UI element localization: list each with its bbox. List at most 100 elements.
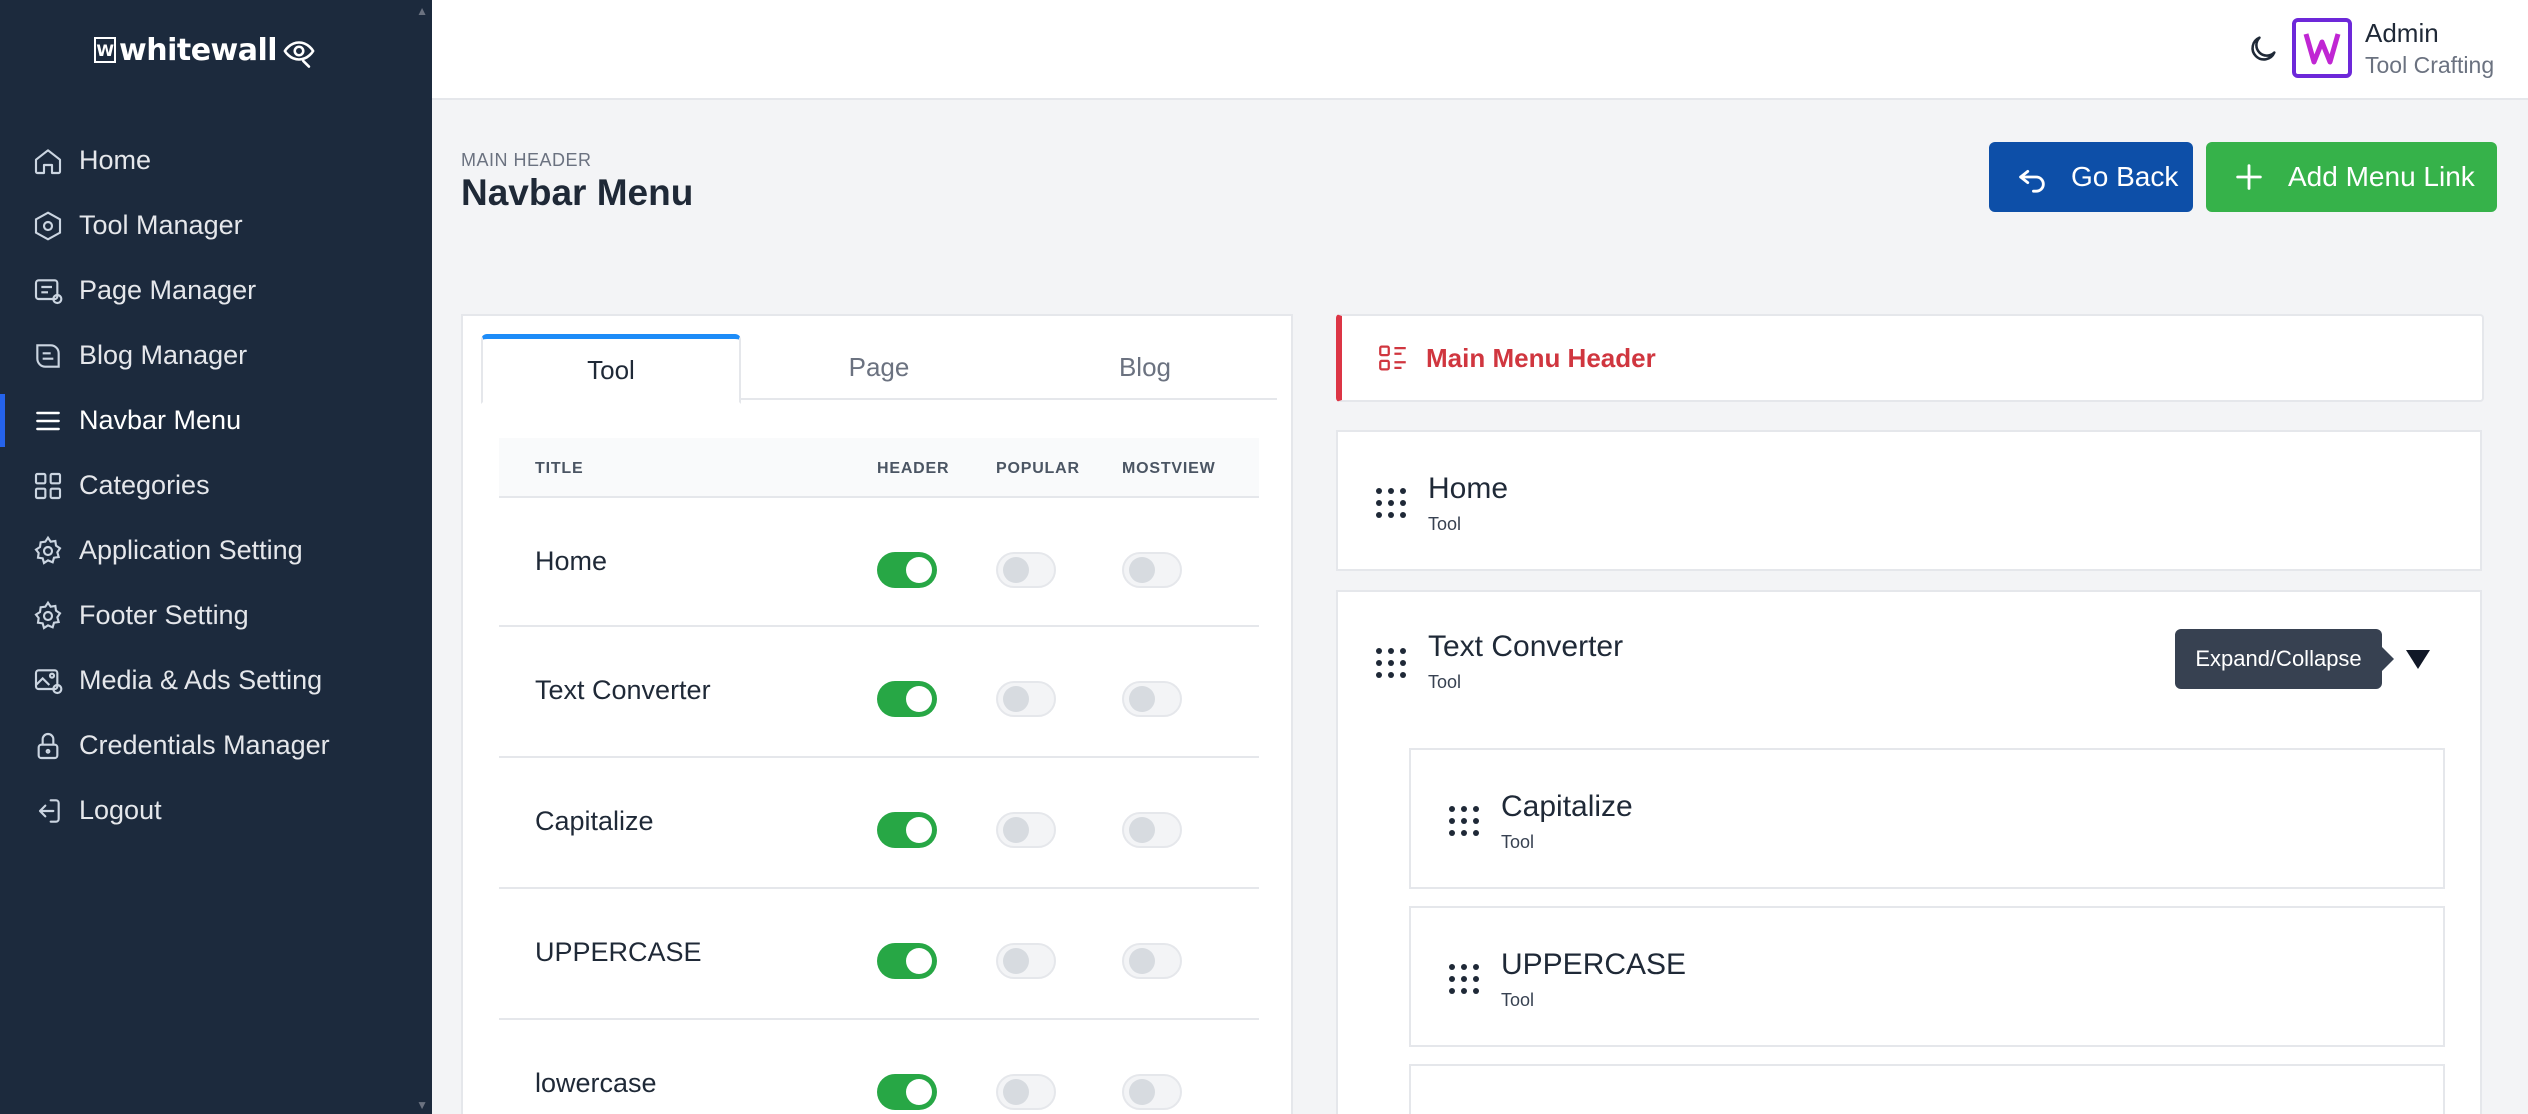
sidebar-item-label: Logout (79, 795, 162, 825)
header-toggle[interactable] (877, 552, 937, 588)
popular-toggle[interactable] (996, 1074, 1056, 1110)
moon-icon[interactable] (2246, 32, 2280, 66)
tab-tool[interactable]: Tool (481, 334, 741, 404)
table-row: Text Converter (499, 627, 1259, 758)
drag-handle-icon[interactable] (1449, 964, 1479, 998)
expand-collapse-tooltip: Expand/Collapse (2175, 629, 2394, 689)
add-menu-link-button[interactable]: Add Menu Link (2206, 142, 2497, 212)
sidebar-item-label: Page Manager (79, 275, 257, 305)
sidebar-item-label: Blog Manager (79, 340, 248, 370)
menu-item[interactable]: Home Tool (1336, 430, 2482, 571)
row-title: Text Converter (535, 675, 711, 705)
return-arrow-icon (2019, 169, 2045, 193)
column-header: HEADER (877, 460, 950, 477)
mostview-toggle[interactable] (1122, 681, 1182, 717)
column-popular: POPULAR (996, 460, 1080, 477)
table-row: lowercase (499, 1020, 1259, 1114)
caret-down-icon[interactable] (2405, 648, 2431, 670)
drag-handle-icon[interactable] (1376, 648, 1406, 682)
sidebar-item-label: Categories (79, 470, 210, 500)
sidebar-item-label: Credentials Manager (79, 730, 330, 760)
mostview-toggle[interactable] (1122, 812, 1182, 848)
grid-icon (34, 472, 62, 499)
brand-logo: W whitewall (94, 32, 278, 68)
plus-icon (2236, 164, 2262, 190)
brand-name: whitewall (119, 32, 278, 68)
mostview-toggle[interactable] (1122, 1074, 1182, 1110)
table-row: UPPERCASE (499, 889, 1259, 1020)
header-toggle[interactable] (877, 812, 937, 848)
header-toggle[interactable] (877, 681, 937, 717)
main-menu-header-label: Main Menu Header (1426, 342, 1656, 373)
popular-toggle[interactable] (996, 812, 1056, 848)
sidebar-scroll-down-arrow[interactable]: ▼ (416, 1098, 428, 1112)
main-menu-header: Main Menu Header (1336, 314, 2484, 402)
mostview-toggle[interactable] (1122, 552, 1182, 588)
header-toggle[interactable] (877, 943, 937, 979)
menu-item-title: Capitalize (1501, 790, 1633, 823)
user-name[interactable]: Admin (2365, 18, 2439, 49)
menu-item-title: Home (1428, 472, 1509, 505)
page-title: Navbar Menu (461, 172, 694, 213)
menu-icon (36, 411, 60, 430)
avatar[interactable] (2292, 18, 2352, 78)
mostview-toggle[interactable] (1122, 943, 1182, 979)
page-eyebrow: MAIN HEADER (461, 150, 592, 170)
list-details-icon (1379, 345, 1406, 371)
row-title: UPPERCASE (535, 937, 702, 967)
tabs: Tool Page Blog (481, 334, 1277, 404)
sidebar-item-home[interactable]: Home (0, 128, 432, 193)
sidebar-item-label: Footer Setting (79, 600, 249, 630)
sidebar-item-media-ads-setting[interactable]: Media & Ads Setting (0, 648, 432, 713)
user-role: Tool Crafting (2365, 52, 2495, 78)
sidebar-item-logout[interactable]: Logout (0, 778, 432, 843)
sidebar-item-label: Application Setting (79, 535, 303, 565)
sidebar-item-credentials-manager[interactable]: Credentials Manager (0, 713, 432, 778)
sidebar-item-label: Home (79, 145, 152, 175)
popular-toggle[interactable] (996, 552, 1056, 588)
eye-slash-icon[interactable] (282, 34, 316, 68)
sidebar-item-navbar-menu[interactable]: Navbar Menu (0, 388, 432, 453)
hexagon-icon (34, 210, 62, 241)
topbar (432, 0, 2528, 100)
logout-icon (38, 798, 60, 823)
menu-item-type: Tool (1501, 832, 1535, 852)
sidebar-item-footer-setting[interactable]: Footer Setting (0, 583, 432, 648)
brand-mark: W (94, 37, 116, 63)
sidebar-scroll-up-arrow[interactable]: ▲ (416, 4, 428, 18)
drag-handle-icon[interactable] (1376, 488, 1406, 522)
sidebar-item-tool-manager[interactable]: Tool Manager (0, 193, 432, 258)
menu-item-type: Tool (1428, 514, 1462, 534)
blog-icon (36, 343, 60, 368)
tools-table: TITLE HEADER POPULAR MOSTVIEW Home Text … (499, 438, 1259, 1114)
row-title: Capitalize (535, 806, 654, 836)
drag-handle-icon[interactable] (1449, 806, 1479, 840)
go-back-label: Go Back (2071, 161, 2179, 192)
tool-list-card: Tool Page Blog TITLE HEADER POPULAR MOST… (461, 314, 1293, 1114)
sidebar-item-application-setting[interactable]: Application Setting (0, 518, 432, 583)
sidebar-item-categories[interactable]: Categories (0, 453, 432, 518)
header-toggle[interactable] (877, 1074, 937, 1110)
home-icon (34, 148, 62, 174)
menu-item-type: Tool (1501, 990, 1535, 1010)
tooltip-label: Expand/Collapse (2195, 646, 2362, 671)
tab-page[interactable]: Page (749, 334, 1009, 400)
submenu-item[interactable]: UPPERCASE Tool (1409, 906, 2445, 1047)
tab-blog[interactable]: Blog (1015, 334, 1275, 400)
popular-toggle[interactable] (996, 943, 1056, 979)
sidebar-item-blog-manager[interactable]: Blog Manager (0, 323, 432, 388)
tab-label: Tool (587, 355, 635, 385)
submenu-item[interactable] (1409, 1064, 2445, 1114)
image-settings-icon (34, 668, 63, 694)
sidebar-item-page-manager[interactable]: Page Manager (0, 258, 432, 323)
table-header: TITLE HEADER POPULAR MOSTVIEW (499, 438, 1259, 498)
submenu-item[interactable]: Capitalize Tool (1409, 748, 2445, 889)
gear-icon (34, 535, 62, 565)
popular-toggle[interactable] (996, 681, 1056, 717)
go-back-button[interactable]: Go Back (1989, 142, 2193, 212)
brand[interactable]: W whitewall (94, 30, 315, 70)
column-mostview: MOSTVIEW (1122, 460, 1216, 477)
tab-label: Blog (1118, 351, 1172, 382)
row-title: lowercase (535, 1068, 657, 1098)
lock-icon (37, 732, 59, 759)
